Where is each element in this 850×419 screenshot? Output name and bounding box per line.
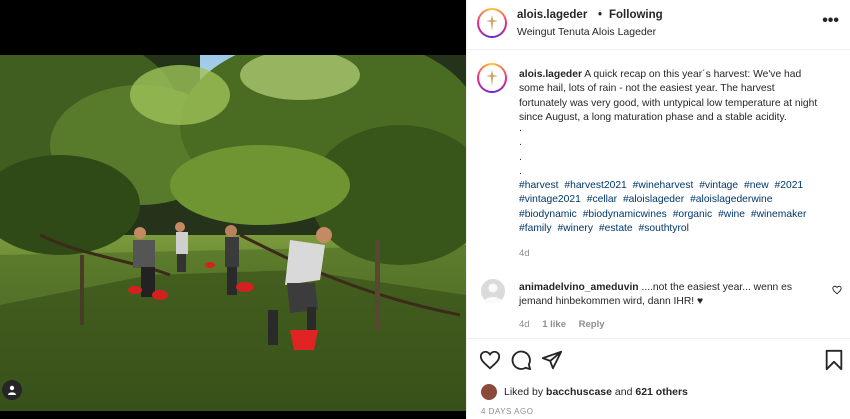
hashtag-link[interactable]: #cellar (587, 194, 617, 205)
heart-icon[interactable] (479, 349, 501, 371)
comment-icon[interactable] (510, 349, 532, 371)
post-photo[interactable] (0, 55, 466, 411)
caption-dot: . (519, 164, 522, 177)
post-details-pane: alois.lageder • Following Weingut Tenuta… (466, 0, 850, 419)
hashtag-link[interactable]: #estate (599, 223, 633, 234)
user-icon (481, 279, 505, 303)
hashtag-link[interactable]: #organic (673, 209, 713, 220)
likes-count[interactable]: 621 others (635, 386, 688, 398)
hashtag-link[interactable]: #wineharvest (633, 180, 694, 191)
hashtag-link[interactable]: #wine (718, 209, 745, 220)
caption-dot: . (519, 136, 522, 149)
caption-dot: . (519, 122, 522, 134)
post-date[interactable]: 4 DAYS AGO (481, 407, 533, 416)
caption-text: alois.lageder A quick recap on this year… (519, 68, 825, 125)
post-location[interactable]: Weingut Tenuta Alois Lageder (517, 26, 656, 38)
share-icon[interactable] (541, 349, 563, 371)
hashtag-link[interactable]: #winemaker (751, 209, 807, 220)
caption-dot: . (519, 150, 522, 163)
caption-avatar[interactable] (477, 63, 507, 93)
caption-username[interactable]: alois.lageder (519, 69, 582, 80)
caption-timestamp[interactable]: 4d (519, 248, 530, 259)
comment: animadelvino_ameduvin ....not the easies… (519, 281, 815, 310)
liker-avatar[interactable] (481, 384, 497, 400)
author-avatar[interactable] (477, 8, 507, 38)
comment-likes[interactable]: 1 like (542, 319, 566, 330)
hashtag-link[interactable]: #harvest (519, 180, 559, 191)
commenter-username[interactable]: animadelvino_ameduvin (519, 282, 639, 293)
liker-username[interactable]: bacchuscase (546, 386, 612, 398)
commenter-avatar[interactable] (481, 279, 505, 303)
hashtag-link[interactable]: #biodynamicwines (583, 209, 667, 220)
user-icon (8, 385, 16, 395)
author-username[interactable]: alois.lageder (517, 9, 587, 21)
hashtag-list: #harvest #harvest2021 #wineharvest #vint… (519, 179, 825, 236)
hashtag-link[interactable]: #new (744, 180, 769, 191)
media-pane (0, 0, 466, 419)
hashtag-link[interactable]: #family (519, 223, 552, 234)
like-comment-button[interactable] (832, 285, 842, 298)
tagged-users-button[interactable] (2, 380, 22, 400)
heart-icon (832, 285, 842, 295)
reply-button[interactable]: Reply (579, 319, 605, 330)
likes-summary: Liked by bacchuscase and 621 others (481, 384, 688, 400)
hashtag-link[interactable]: #harvest2021 (564, 180, 626, 191)
hashtag-link[interactable]: #aloislageder (623, 194, 684, 205)
post-header: alois.lageder • Following Weingut Tenuta… (467, 0, 850, 50)
likes-prefix: Liked by (504, 386, 544, 398)
hashtag-link[interactable]: #southtyrol (639, 223, 689, 234)
bookmark-icon[interactable] (823, 349, 845, 371)
winery-logo-icon (486, 70, 498, 86)
hashtag-link[interactable]: #vintage2021 (519, 194, 581, 205)
hashtag-link[interactable]: #aloislagederwine (690, 194, 772, 205)
more-options-button[interactable]: ••• (822, 13, 839, 29)
caption-dots: . . . . (519, 121, 522, 178)
following-button[interactable]: Following (609, 9, 663, 21)
hashtag-link[interactable]: #2021 (775, 180, 804, 191)
hashtag-link[interactable]: #winery (558, 223, 593, 234)
winery-logo-icon (486, 15, 498, 31)
hashtag-link[interactable]: #biodynamic (519, 209, 577, 220)
header-separator: • (598, 9, 603, 21)
comment-meta: 4d 1 like Reply (519, 319, 615, 330)
comment-timestamp[interactable]: 4d (519, 319, 530, 330)
likes-joiner: and (614, 386, 633, 398)
post-actions: Liked by bacchuscase and 621 others 4 DA… (467, 338, 850, 419)
hashtag-link[interactable]: #vintage (699, 180, 738, 191)
